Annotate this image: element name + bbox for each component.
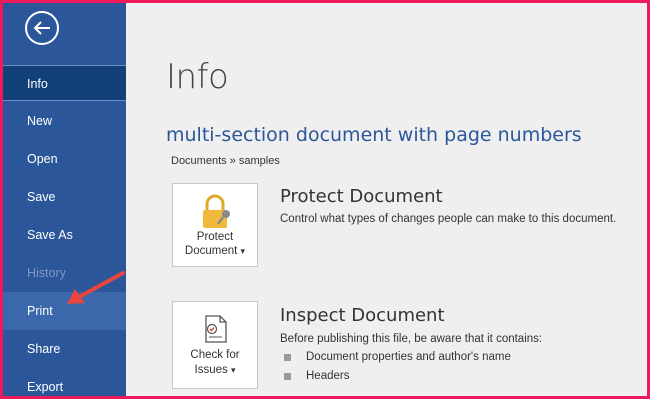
chevron-down-icon: ▾ (240, 246, 246, 256)
back-arrow-icon (33, 21, 50, 35)
inspect-tile-label-1: Check for (190, 349, 240, 361)
screenshot-frame: Info New Open Save Save As History Print… (0, 0, 650, 399)
nav-new[interactable]: New (3, 103, 126, 139)
annotation-arrow-icon (67, 271, 125, 304)
chevron-down-icon: ▾ (230, 365, 236, 375)
bullet-icon (284, 373, 291, 380)
lock-key-icon (203, 194, 230, 228)
protect-heading: Protect Document (280, 186, 443, 207)
document-title: multi-section document with page numbers (166, 124, 582, 146)
protect-tile-label-1: Protect (196, 231, 234, 243)
nav-export[interactable]: Export (3, 369, 126, 396)
nav-save-as[interactable]: Save As (3, 217, 126, 253)
info-pane: Info multi-section document with page nu… (126, 3, 647, 396)
protect-document-button[interactable]: Protect Document ▾ (172, 183, 258, 267)
page-title: Info (166, 57, 229, 97)
nav-share[interactable]: Share (3, 331, 126, 367)
protect-tile-label-2: Document ▾ (184, 245, 246, 257)
back-button[interactable] (25, 11, 59, 45)
document-checklist-icon (205, 315, 227, 343)
protect-description: Control what types of changes people can… (280, 213, 617, 225)
nav-open[interactable]: Open (3, 141, 126, 177)
nav-save[interactable]: Save (3, 179, 126, 215)
inspect-description: Before publishing this file, be aware th… (280, 333, 543, 345)
bullet-icon (284, 354, 291, 361)
breadcrumb[interactable]: Documents » samples (171, 155, 280, 167)
nav-info[interactable]: Info (3, 65, 126, 101)
backstage-sidebar: Info New Open Save Save As History Print… (3, 3, 126, 396)
inspect-heading: Inspect Document (280, 305, 445, 326)
check-for-issues-button[interactable]: Check for Issues ▾ (172, 301, 258, 389)
inspect-tile-label-2: Issues ▾ (194, 364, 236, 376)
